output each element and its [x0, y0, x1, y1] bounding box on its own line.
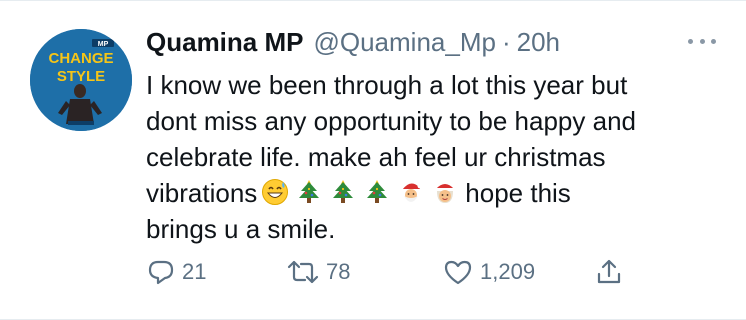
- christmas-tree-emoji: [367, 180, 388, 204]
- tweet-text-line: brings u a smile.: [146, 214, 336, 244]
- tweet-text-line: vibrations hope this: [146, 175, 716, 211]
- avatar[interactable]: MP CHANGE STYLE: [30, 29, 132, 131]
- emoji-group: [261, 178, 459, 206]
- user-handle[interactable]: @Quamina_Mp: [313, 27, 495, 58]
- avatar-title-line2: STYLE: [57, 68, 105, 85]
- heart-icon: [444, 260, 472, 285]
- tweet-text-segment: hope this: [465, 178, 571, 208]
- mrs-claus-emoji: [435, 184, 456, 204]
- tweet-text-segment: vibrations: [146, 178, 258, 208]
- christmas-tree-emoji: [333, 180, 354, 204]
- tweet-text-line: celebrate life. make ah feel ur christma…: [146, 142, 606, 172]
- like-count: 1,209: [480, 259, 536, 284]
- grinning-sweat-emoji: [262, 179, 289, 206]
- tweet-header: Quamina MP @Quamina_Mp · 20h: [146, 25, 560, 59]
- reply-button[interactable]: 21: [146, 255, 206, 289]
- like-button[interactable]: 1,209: [442, 255, 535, 289]
- avatar-title-line1: CHANGE: [48, 50, 113, 67]
- santa-emoji: [401, 183, 423, 203]
- share-button[interactable]: [594, 255, 630, 289]
- more-icon[interactable]: [688, 34, 716, 48]
- avatar-badge-text: MP: [98, 41, 109, 48]
- display-name[interactable]: Quamina MP: [146, 27, 303, 58]
- more-dot: [688, 38, 693, 44]
- retweet-button[interactable]: 78: [286, 255, 350, 289]
- retweet-count: 78: [326, 259, 351, 284]
- separator-dot: ·: [501, 26, 511, 57]
- reply-count: 21: [182, 259, 207, 284]
- tweet-text-line: dont miss any opportunity to be happy an…: [146, 106, 636, 136]
- timestamp[interactable]: 20h: [517, 27, 560, 58]
- more-dot: [699, 38, 705, 44]
- tweet-actions: 21 78 1,209: [146, 255, 666, 289]
- tweet-text: I know we been through a lot this year b…: [146, 67, 716, 247]
- reply-icon: [148, 260, 174, 285]
- christmas-tree-emoji: [299, 180, 320, 204]
- tweet-text-line: I know we been through a lot this year b…: [146, 70, 628, 100]
- retweet-icon: [287, 260, 319, 284]
- tweet-card[interactable]: MP CHANGE STYLE Quamina MP @Quamina_Mp ·…: [0, 0, 746, 320]
- share-icon: [597, 259, 621, 284]
- more-dot: [711, 38, 716, 44]
